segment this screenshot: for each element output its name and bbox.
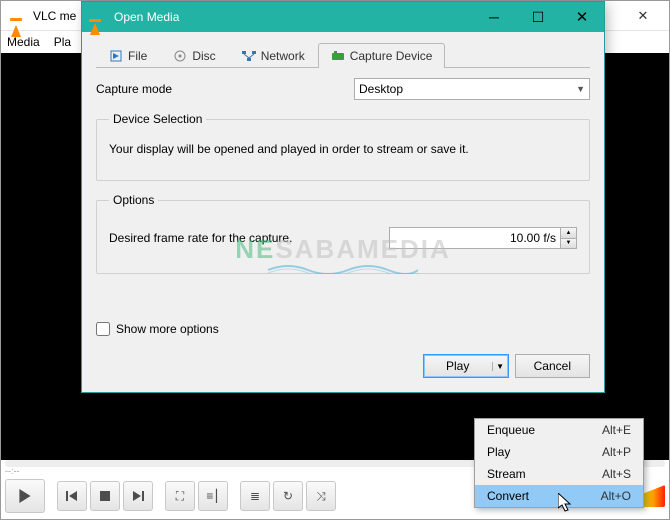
watermark-wave-icon bbox=[268, 264, 418, 274]
show-more-options-row[interactable]: Show more options bbox=[96, 322, 590, 336]
capture-mode-value: Desktop bbox=[359, 82, 403, 96]
spin-down-button[interactable]: ▼ bbox=[561, 239, 576, 249]
dialog-maximize-button[interactable]: ☐ bbox=[516, 2, 560, 32]
options-legend: Options bbox=[109, 193, 158, 207]
fullscreen-button[interactable]: ⛶ bbox=[165, 481, 195, 511]
menu-item-stream[interactable]: Stream Alt+S bbox=[475, 463, 643, 485]
dialog-title: Open Media bbox=[114, 10, 179, 24]
tab-capture-device[interactable]: Capture Device bbox=[318, 43, 446, 68]
play-split-button[interactable]: Play ▼ bbox=[423, 354, 509, 378]
menu-media[interactable]: Media bbox=[7, 35, 40, 49]
menu-item-play[interactable]: Play Alt+P bbox=[475, 441, 643, 463]
open-media-dialog: Open Media ─ ☐ ✕ File Disc Network Captu… bbox=[81, 1, 605, 393]
fps-label: Desired frame rate for the capture. bbox=[109, 231, 389, 245]
menu-playback[interactable]: Pla bbox=[54, 35, 71, 49]
tab-network[interactable]: Network bbox=[229, 43, 318, 68]
show-more-label: Show more options bbox=[116, 322, 219, 336]
next-button[interactable] bbox=[123, 481, 153, 511]
play-dropdown-arrow[interactable]: ▼ bbox=[492, 362, 508, 371]
menu-item-enqueue[interactable]: Enqueue Alt+E bbox=[475, 419, 643, 441]
chevron-down-icon: ▼ bbox=[576, 84, 585, 94]
stop-button[interactable] bbox=[90, 481, 120, 511]
dialog-minimize-button[interactable]: ─ bbox=[472, 2, 516, 32]
tab-bar: File Disc Network Capture Device bbox=[96, 42, 590, 68]
options-fieldset: Options Desired frame rate for the captu… bbox=[96, 193, 590, 274]
prev-button[interactable] bbox=[57, 481, 87, 511]
network-icon bbox=[242, 49, 256, 63]
dialog-close-button[interactable]: ✕ bbox=[560, 2, 604, 32]
extended-button[interactable]: ≡⎮ bbox=[198, 481, 228, 511]
device-selection-text: Your display will be opened and played i… bbox=[109, 126, 577, 156]
capture-icon bbox=[331, 49, 345, 63]
spin-up-button[interactable]: ▲ bbox=[561, 228, 576, 239]
capture-mode-label: Capture mode bbox=[96, 82, 354, 96]
dialog-titlebar[interactable]: Open Media ─ ☐ ✕ bbox=[82, 2, 604, 32]
shuffle-button[interactable]: ⤨ bbox=[306, 481, 336, 511]
capture-mode-select[interactable]: Desktop ▼ bbox=[354, 78, 590, 100]
fps-value: 10.00 f/s bbox=[390, 228, 560, 248]
play-button[interactable] bbox=[5, 479, 45, 513]
loop-button[interactable]: ↻ bbox=[273, 481, 303, 511]
device-selection-fieldset: Device Selection Your display will be op… bbox=[96, 112, 590, 181]
bg-close-button[interactable]: ✕ bbox=[621, 1, 665, 31]
playlist-button[interactable]: ≣ bbox=[240, 481, 270, 511]
play-button-label: Play bbox=[424, 359, 492, 373]
tab-disc[interactable]: Disc bbox=[160, 43, 228, 68]
cursor-icon bbox=[558, 493, 574, 513]
disc-icon bbox=[173, 49, 187, 63]
tab-file[interactable]: File bbox=[96, 43, 160, 68]
cancel-button[interactable]: Cancel bbox=[515, 354, 590, 378]
vlc-icon bbox=[90, 9, 106, 25]
file-icon bbox=[109, 49, 123, 63]
vlc-icon bbox=[11, 8, 27, 24]
device-selection-legend: Device Selection bbox=[109, 112, 206, 126]
vlc-title: VLC me bbox=[33, 9, 76, 23]
fps-spinbox[interactable]: 10.00 f/s ▲ ▼ bbox=[389, 227, 577, 249]
show-more-checkbox[interactable] bbox=[96, 322, 110, 336]
